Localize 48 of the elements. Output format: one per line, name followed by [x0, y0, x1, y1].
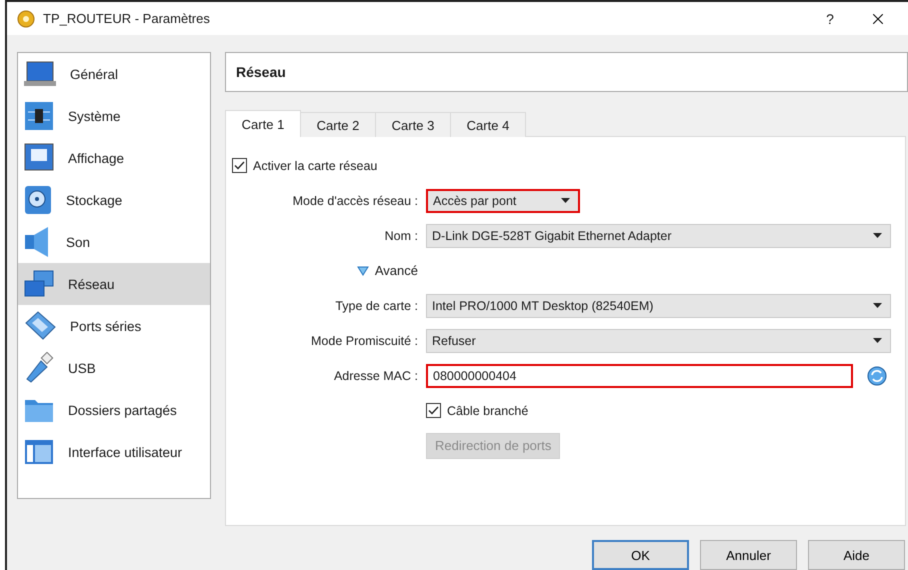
sidebar-item[interactable]: Général [18, 53, 210, 95]
dialog-button[interactable]: Aide [808, 540, 905, 570]
tab[interactable]: Carte 1 [225, 110, 301, 137]
check-icon [234, 161, 245, 170]
field-label: Adresse MAC : [334, 368, 418, 382]
checkbox[interactable]: Activer la carte réseau [232, 158, 378, 173]
section-title: Réseau [236, 64, 286, 80]
dialog-button[interactable]: OK [592, 540, 689, 570]
tab[interactable]: Carte 2 [300, 112, 376, 137]
sidebar-item[interactable]: Réseau [18, 263, 210, 305]
sidebar-item[interactable]: Son [18, 221, 210, 263]
chip-icon [24, 101, 54, 131]
advanced-toggle[interactable]: Avancé [356, 263, 418, 278]
refresh-icon[interactable] [867, 366, 887, 386]
triangle-icon [356, 266, 369, 276]
field-label: Nom : [384, 228, 418, 242]
folder-icon [24, 397, 54, 423]
laptop-icon [24, 60, 56, 88]
sidebar-item[interactable]: Interface utilisateur [18, 431, 210, 473]
sidebar-item[interactable]: Système [18, 95, 210, 137]
sidebar-item[interactable]: USB [18, 347, 210, 389]
caret-icon [873, 303, 882, 308]
sidebar-item[interactable]: Ports séries [18, 305, 210, 347]
field-label: Type de carte : [335, 298, 418, 312]
field-label: Mode d'accès réseau : [292, 194, 418, 208]
field-label: Mode Promiscuité : [311, 334, 418, 348]
network-icon [24, 270, 54, 298]
tab[interactable]: Carte 4 [450, 112, 526, 137]
check-icon [428, 406, 439, 415]
dropdown[interactable]: Accès par pont [426, 188, 580, 212]
usb-stick-icon [24, 352, 54, 384]
mac-address-field[interactable]: 080000000404 [426, 364, 853, 388]
dialog-button[interactable]: Annuler [700, 540, 797, 570]
caret-icon [561, 198, 570, 203]
window-icon [24, 439, 54, 465]
sidebar-item[interactable]: Affichage [18, 137, 210, 179]
sidebar-item[interactable]: Stockage [18, 179, 210, 221]
dropdown[interactable]: Intel PRO/1000 MT Desktop (82540EM) [426, 294, 891, 318]
caret-icon [873, 338, 882, 343]
caret-icon [873, 233, 882, 238]
checkbox[interactable]: Câble branché [426, 403, 528, 418]
window-title: TP_ROUTEUR - Paramètres [43, 11, 211, 26]
monitor-icon [24, 143, 54, 173]
tab[interactable]: Carte 3 [375, 112, 451, 137]
help-button[interactable]: ? [810, 10, 850, 26]
sidebar-item[interactable]: Dossiers partagés [18, 389, 210, 431]
dropdown[interactable]: Refuser [426, 328, 891, 352]
dropdown[interactable]: D-Link DGE-528T Gigabit Ethernet Adapter [426, 224, 891, 248]
